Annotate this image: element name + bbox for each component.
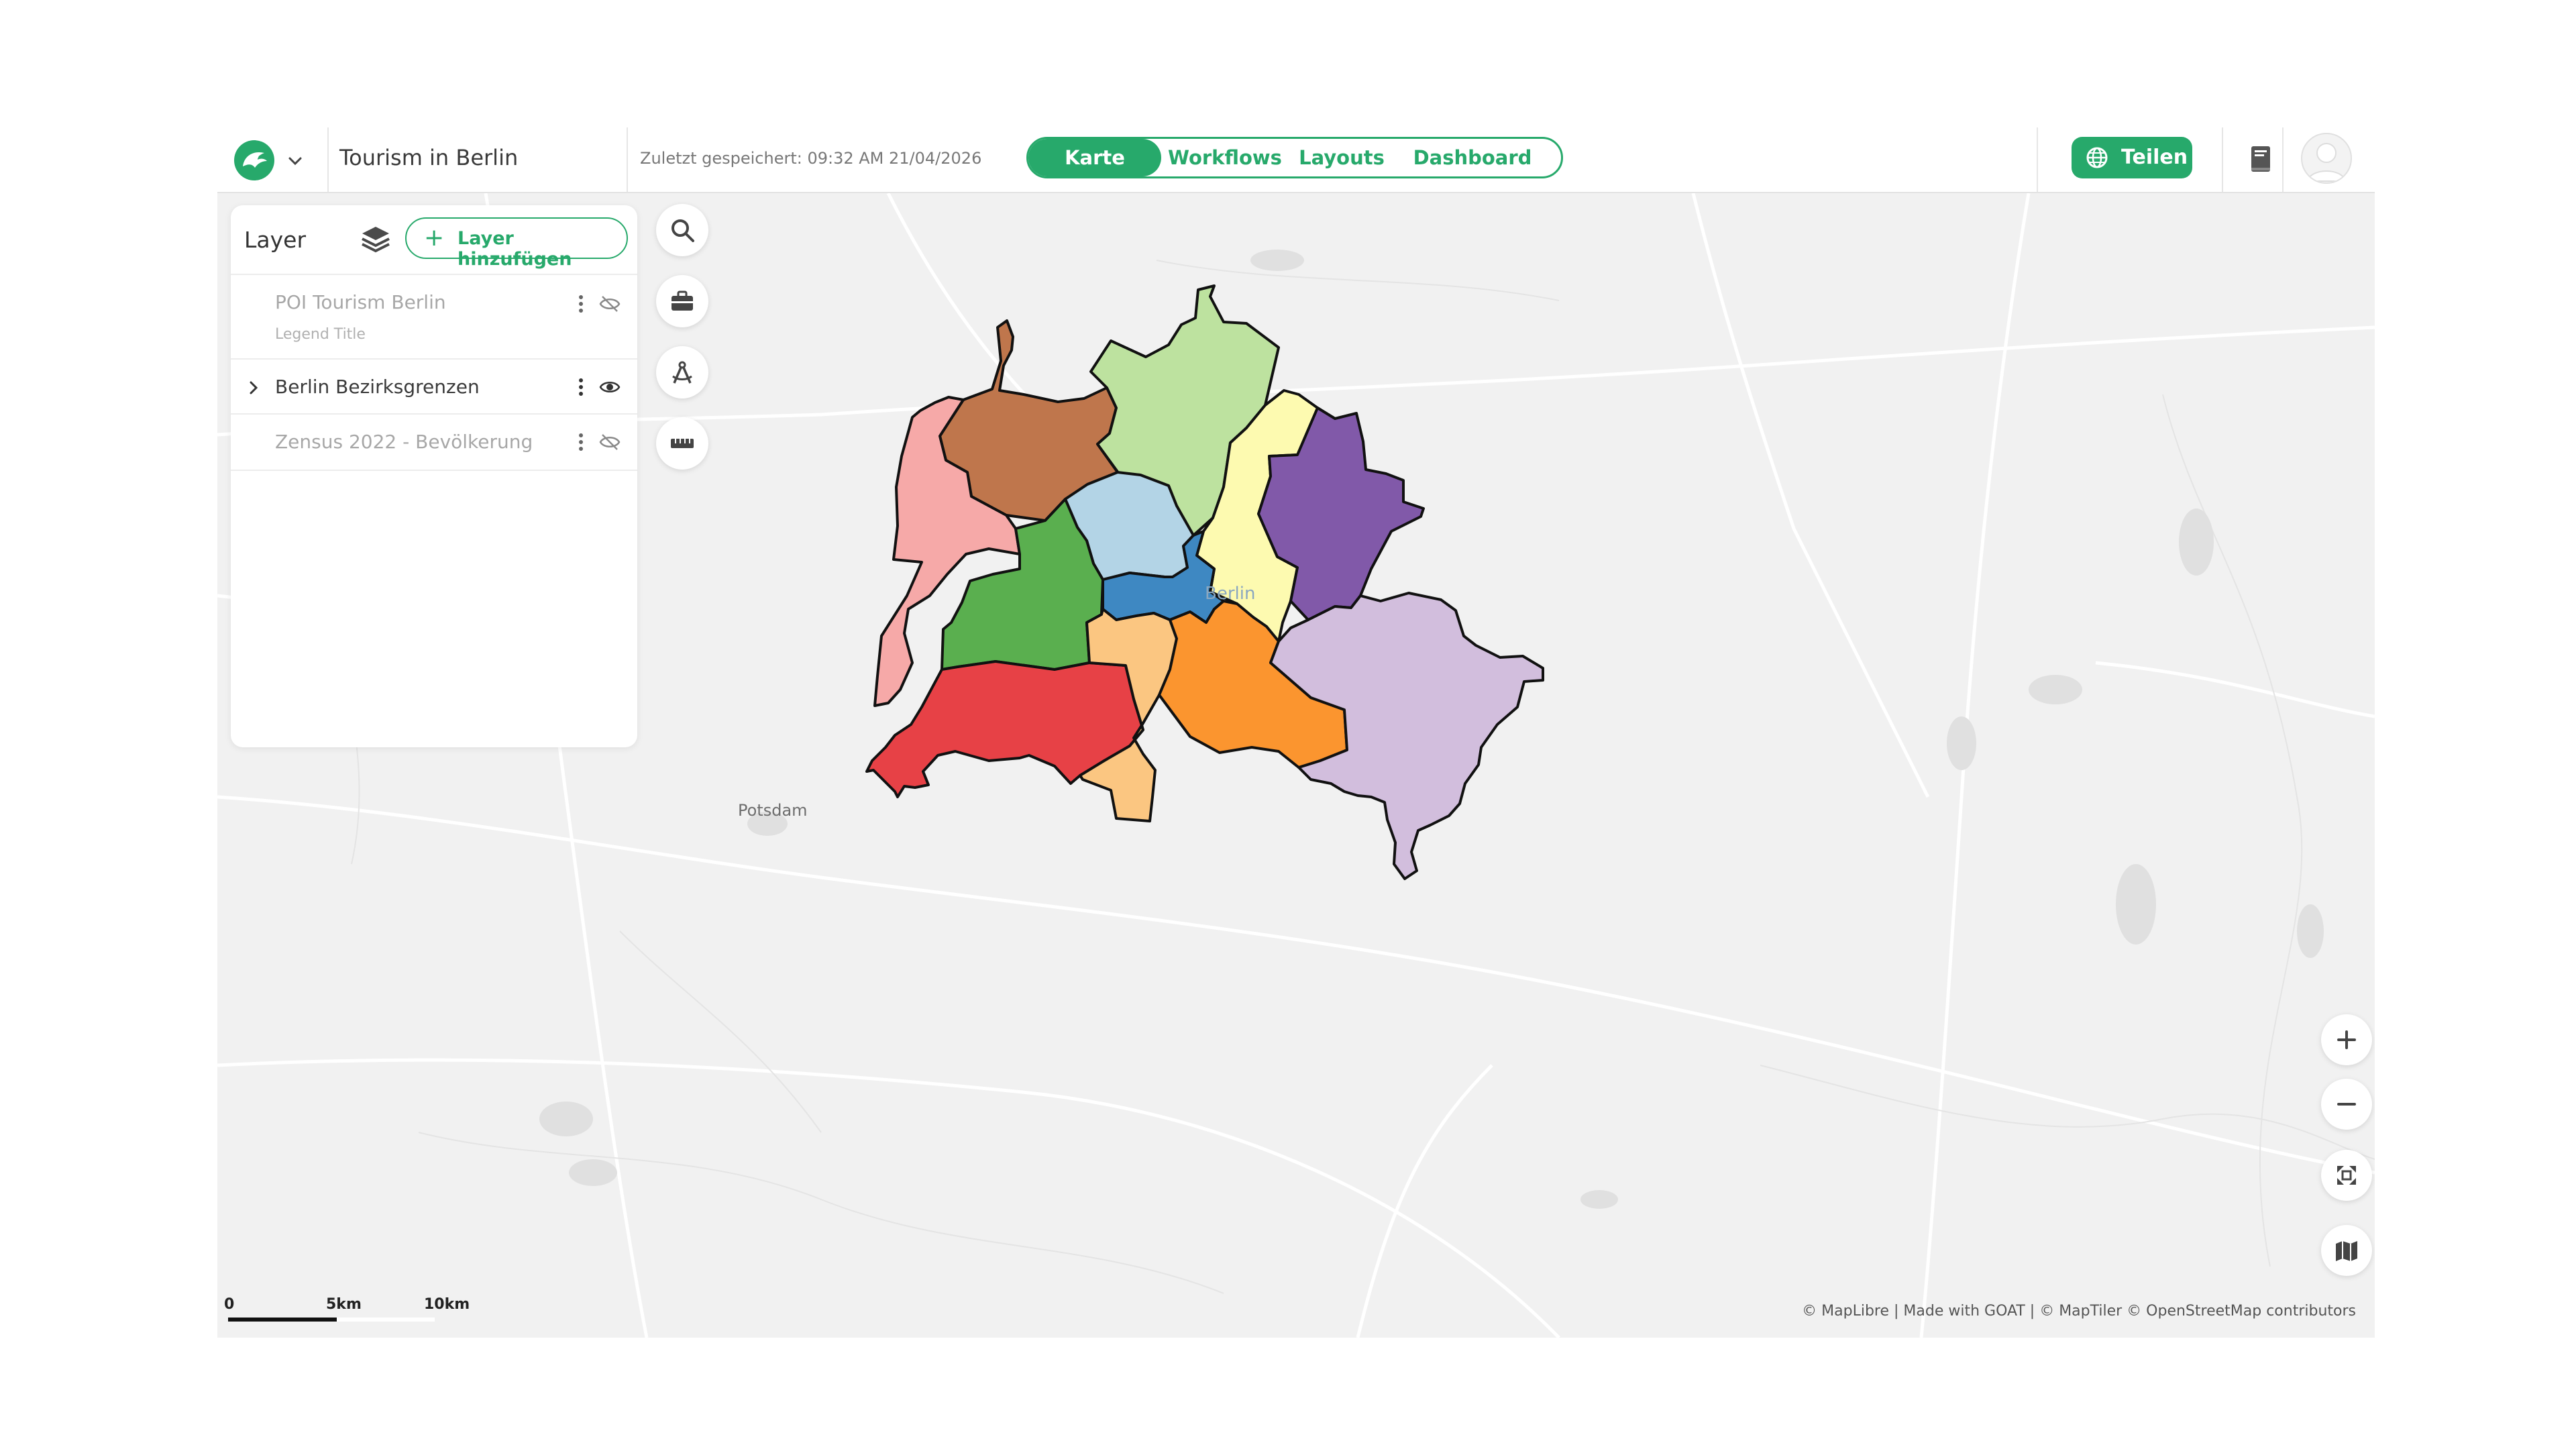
plus-icon: + (424, 224, 445, 252)
basemap-icon (2336, 1241, 2357, 1261)
scale-label-5km: 5km (326, 1296, 362, 1313)
layer-name: POI Tourism Berlin (275, 291, 446, 313)
avatar[interactable] (2301, 133, 2352, 184)
eye-icon[interactable] (598, 377, 621, 397)
layer-row-poi[interactable]: POI Tourism Berlin Legend Title (231, 274, 637, 360)
zoom-out-button[interactable] (2321, 1079, 2372, 1130)
tab-workflows[interactable]: Workflows (1168, 139, 1282, 176)
eye-off-icon[interactable] (598, 432, 621, 452)
divider (327, 127, 329, 192)
zoom-out-icon (2337, 1103, 2356, 1106)
layer-panel: Layer + Layer hinzufügen POI Tourism Ber… (231, 205, 637, 747)
layer-legend-title: Legend Title (275, 326, 366, 343)
project-title[interactable]: Tourism in Berlin (339, 145, 518, 170)
share-label: Teilen (2121, 146, 2188, 169)
view-tabs: Karte Workflows Layouts Dashboard (1026, 137, 1563, 178)
more-vert-icon[interactable] (578, 294, 584, 314)
layers-icon[interactable] (360, 223, 392, 255)
tab-layouts[interactable]: Layouts (1295, 139, 1388, 176)
fullscreen-button[interactable] (2321, 1150, 2372, 1201)
more-vert-icon[interactable] (578, 432, 584, 452)
avatar-icon (2306, 143, 2347, 182)
goat-logo-icon[interactable] (233, 140, 275, 181)
toolbox-button[interactable] (656, 275, 708, 327)
divider (627, 127, 628, 192)
layer-name: Zensus 2022 - Bevölkerung (275, 431, 533, 453)
scale-label-0: 0 (224, 1296, 235, 1313)
layer-row-bezirksgrenzen[interactable]: Berlin Bezirksgrenzen (231, 358, 637, 415)
add-layer-button[interactable]: + Layer hinzufügen (405, 217, 628, 270)
place-label-berlin: Berlin (1205, 584, 1256, 604)
toolbox-icon (672, 290, 693, 311)
layer-panel-title: Layer (244, 227, 307, 253)
eye-off-icon[interactable] (598, 294, 621, 314)
add-layer-label: Layer hinzufügen (458, 228, 572, 270)
map-attribution[interactable]: © MapLibre | Made with GOAT | © MapTiler… (1802, 1303, 2356, 1320)
divider (2282, 127, 2284, 192)
layer-row-zensus[interactable]: Zensus 2022 - Bevölkerung (231, 413, 637, 471)
divider (2222, 127, 2223, 192)
map-canvas[interactable]: Berlin Potsdam Layer + Layer hinzufügen … (217, 193, 2375, 1338)
globe-icon (2086, 147, 2108, 168)
measure-angle-button[interactable] (656, 346, 708, 398)
place-label-potsdam: Potsdam (738, 801, 808, 820)
compass-icon (672, 361, 692, 384)
search-button[interactable] (656, 204, 708, 256)
scale-bar-white (337, 1318, 435, 1322)
tab-dashboard[interactable]: Dashboard (1407, 139, 1538, 176)
layer-name: Berlin Bezirksgrenzen (275, 376, 480, 398)
ruler-button[interactable] (656, 417, 708, 470)
search-icon (672, 219, 694, 242)
more-vert-icon[interactable] (578, 377, 584, 397)
divider (2037, 127, 2038, 192)
fullscreen-icon (2337, 1166, 2356, 1185)
basemap-button[interactable] (2321, 1225, 2372, 1276)
scale-bar-black (228, 1318, 337, 1322)
zoom-in-button[interactable] (2321, 1014, 2372, 1065)
top-bar: Tourism in Berlin Zuletzt gespeichert: 0… (217, 127, 2375, 193)
saved-status: Zuletzt gespeichert: 09:32 AM 21/04/2026 (640, 149, 982, 168)
book-icon[interactable] (2246, 142, 2275, 176)
chevron-right-icon[interactable] (246, 378, 262, 397)
share-button[interactable]: Teilen (2072, 137, 2192, 178)
app-window: Tourism in Berlin Zuletzt gespeichert: 0… (217, 127, 2375, 1338)
zoom-in-icon (2337, 1030, 2356, 1049)
ruler-icon (671, 439, 694, 448)
scale-label-10km: 10km (424, 1296, 470, 1313)
chevron-down-icon[interactable] (284, 150, 306, 172)
scale-bar: 0 5km 10km (224, 1296, 470, 1323)
tab-karte[interactable]: Karte (1028, 139, 1161, 176)
